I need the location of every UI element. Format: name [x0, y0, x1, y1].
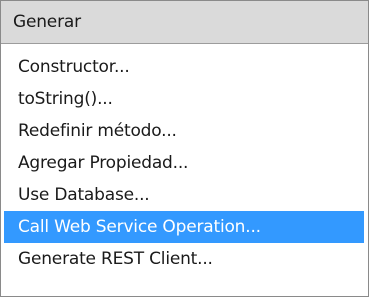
menu-item-override-method[interactable]: Redefinir método... — [1, 115, 368, 147]
menu-item-add-property[interactable]: Agregar Propiedad... — [1, 147, 368, 179]
generate-code-popup: Generar Constructor... toString()... Red… — [0, 0, 369, 297]
menu-item-call-web-service-operation[interactable]: Call Web Service Operation... — [4, 211, 364, 243]
generate-menu-list: Constructor... toString()... Redefinir m… — [1, 51, 368, 275]
menu-item-constructor[interactable]: Constructor... — [1, 51, 368, 83]
menu-item-tostring[interactable]: toString()... — [1, 83, 368, 115]
menu-item-use-database[interactable]: Use Database... — [1, 179, 368, 211]
menu-item-generate-rest-client[interactable]: Generate REST Client... — [1, 243, 368, 275]
popup-title: Generar — [1, 1, 368, 44]
